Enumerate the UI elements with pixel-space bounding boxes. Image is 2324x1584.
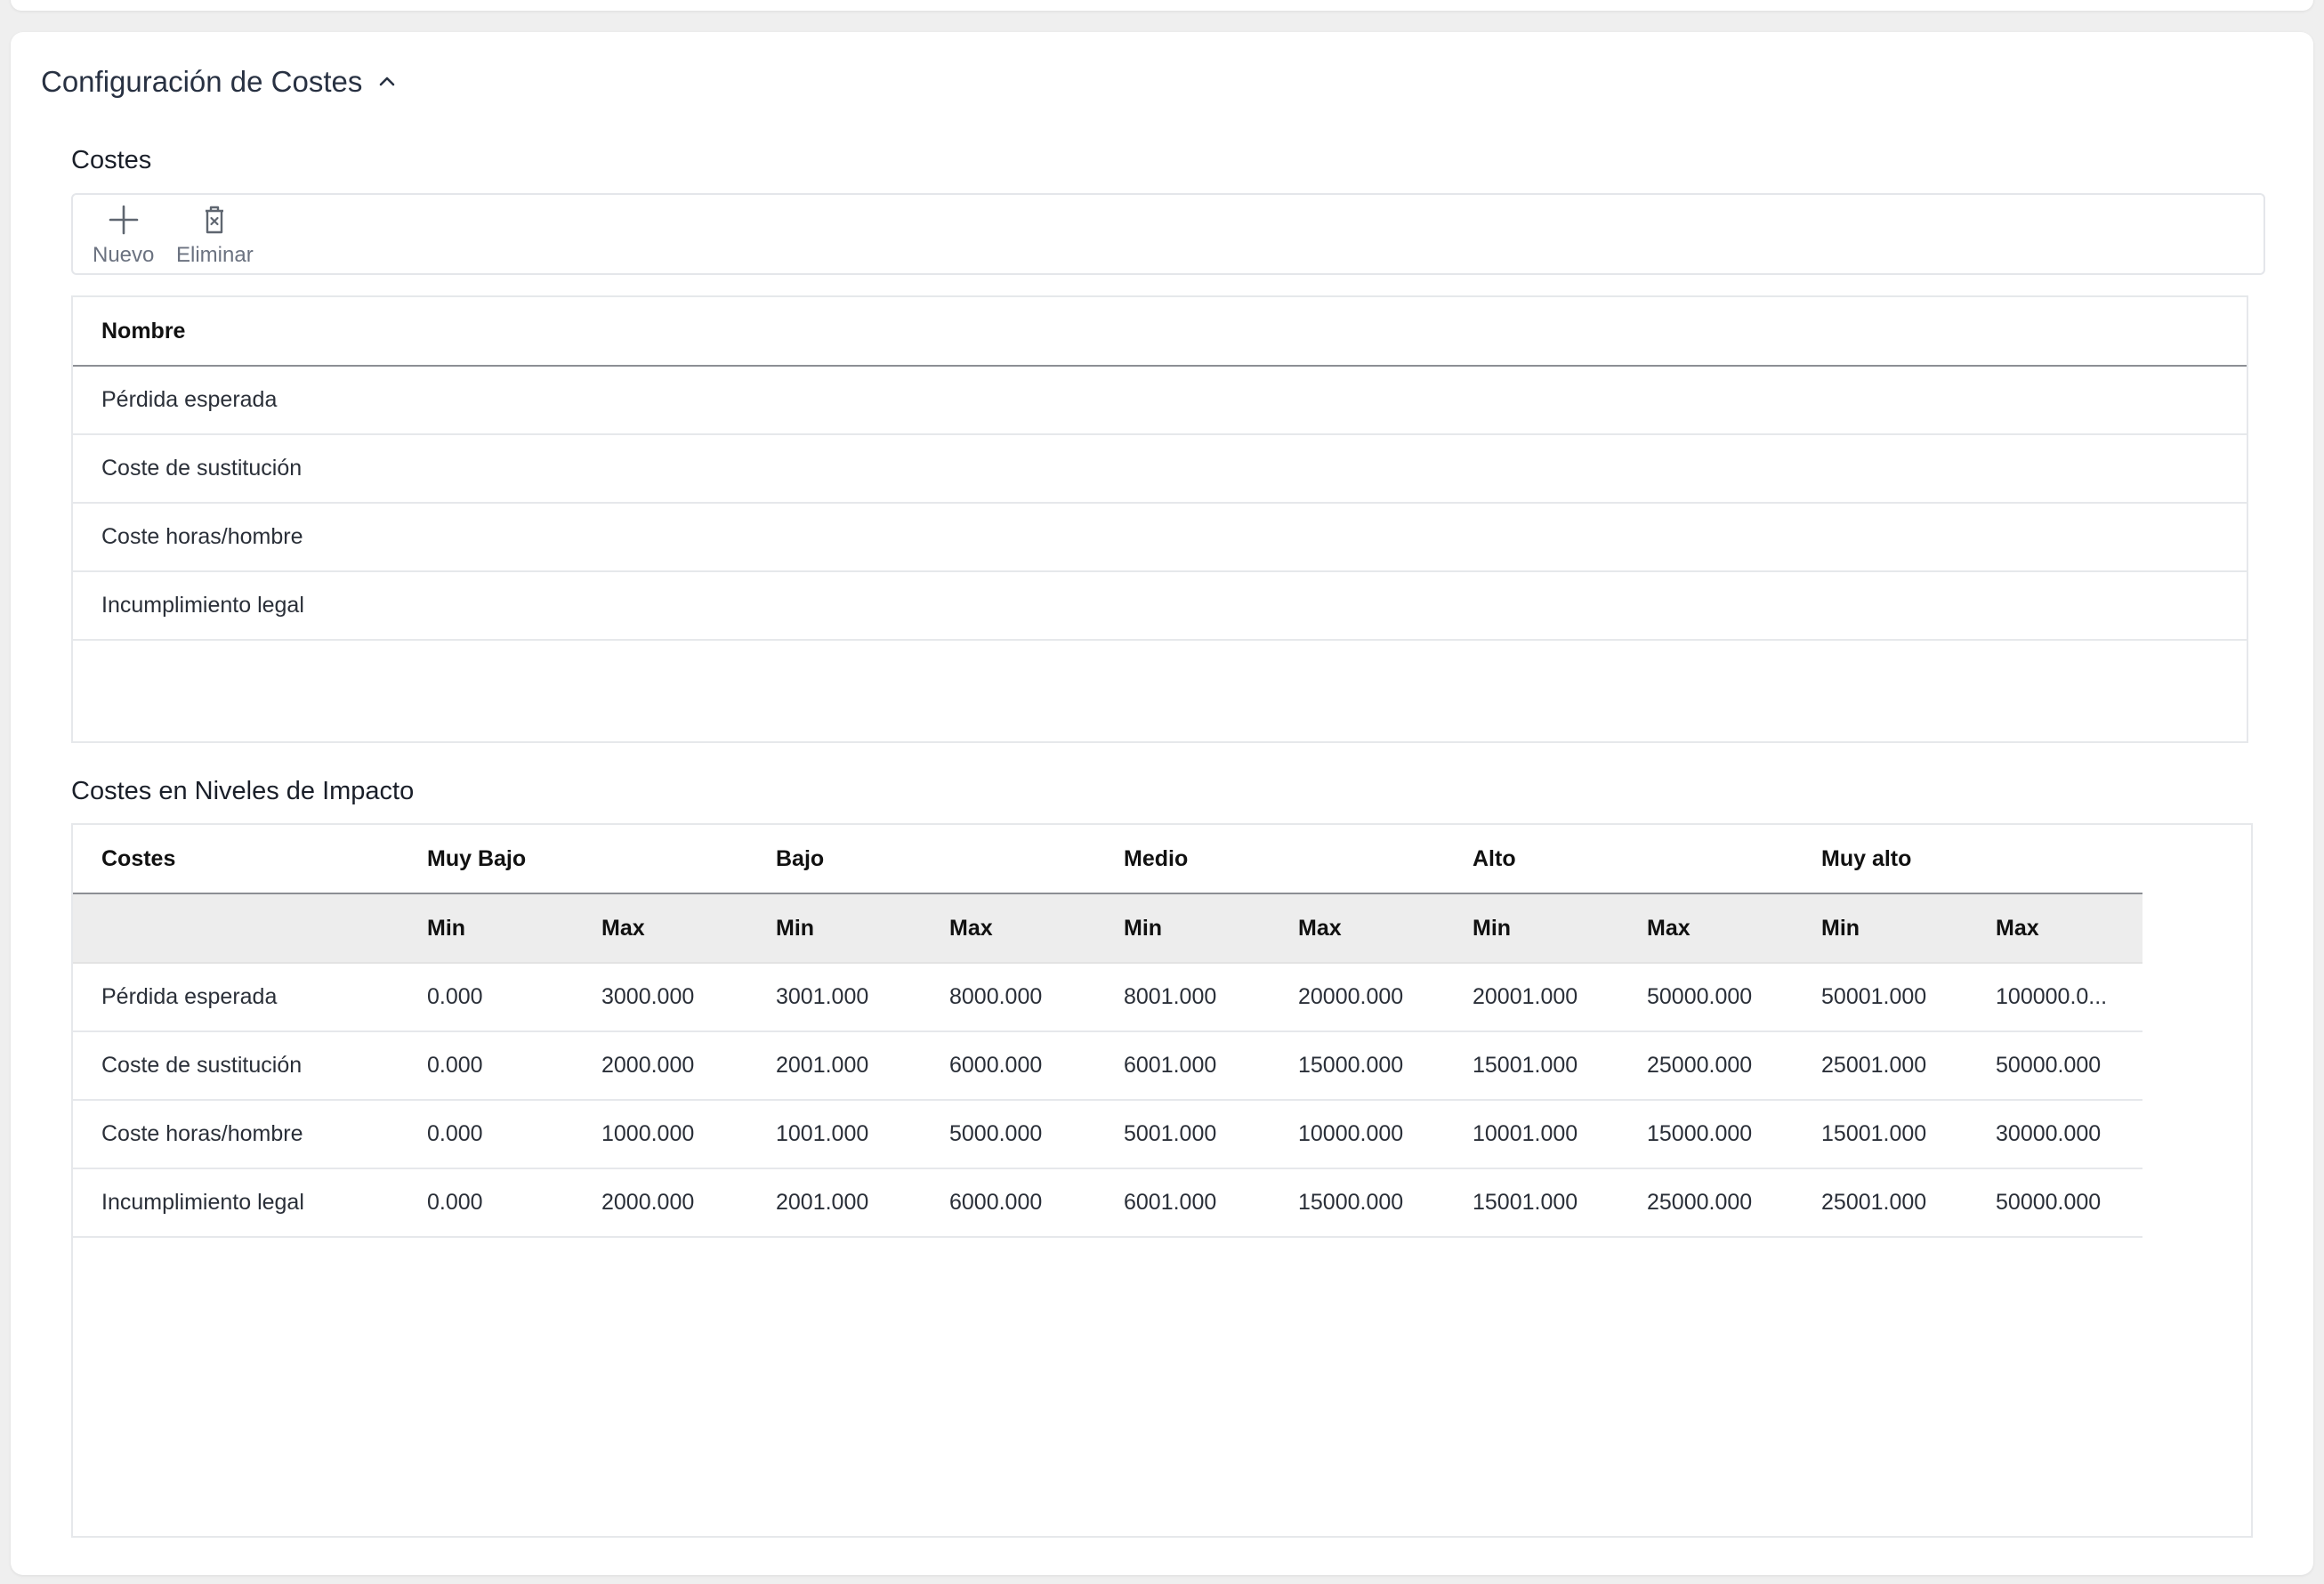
table-row[interactable]: Coste de sustitución 0.000 2000.000 2001… (73, 1031, 2143, 1101)
delete-button-label: Eliminar (176, 243, 254, 267)
value-cell: 0.000 (399, 963, 573, 1032)
subheader-max[interactable]: Max (573, 893, 747, 964)
impact-levels-table: Costes Muy Bajo Bajo Medio Alto Muy alto… (73, 825, 2143, 1238)
cost-name-cell: Coste de sustitución (73, 1031, 399, 1101)
value-cell: 8001.000 (1095, 963, 1270, 1032)
value-cell: 15001.000 (1444, 1168, 1618, 1238)
value-cell: 30000.000 (1967, 1100, 2143, 1169)
subheader-max[interactable]: Max (1618, 893, 1794, 964)
subheader-max[interactable]: Max (1270, 893, 1444, 964)
subheader-min[interactable]: Min (1444, 893, 1618, 964)
subheader-min[interactable]: Min (1095, 893, 1270, 964)
subheader-min[interactable]: Min (1793, 893, 1968, 964)
subheader-max[interactable]: Max (1967, 893, 2143, 964)
value-cell: 15001.000 (1793, 1100, 1968, 1169)
subheader-min[interactable]: Min (399, 893, 573, 964)
chevron-up-icon (376, 71, 398, 93)
section-title: Configuración de Costes (41, 65, 363, 98)
value-cell: 50001.000 (1793, 963, 1968, 1032)
costes-toolbar: Nuevo Eliminar (71, 193, 2265, 275)
costes-subtitle: Costes (71, 146, 152, 174)
value-cell: 2001.000 (747, 1168, 921, 1238)
value-cell: 6001.000 (1095, 1031, 1270, 1101)
value-cell: 5000.000 (921, 1100, 1095, 1169)
value-cell: 2000.000 (573, 1168, 747, 1238)
value-cell: 6000.000 (921, 1168, 1095, 1238)
value-cell: 20001.000 (1444, 963, 1618, 1032)
value-cell: 15000.000 (1270, 1031, 1444, 1101)
value-cell: 1000.000 (573, 1100, 747, 1169)
table-row[interactable]: Pérdida esperada (73, 367, 2247, 435)
value-cell: 5001.000 (1095, 1100, 1270, 1169)
previous-section-card (11, 0, 2313, 11)
trash-icon (198, 204, 230, 236)
table-row[interactable]: Coste horas/hombre (73, 504, 2247, 572)
impact-levels-grid: Costes Muy Bajo Bajo Medio Alto Muy alto… (71, 823, 2253, 1538)
cost-name-cell: Pérdida esperada (73, 963, 399, 1032)
plus-icon (108, 204, 140, 236)
table-row[interactable]: Coste de sustitución (73, 435, 2247, 504)
level-header-medio[interactable]: Medio (1095, 825, 1444, 894)
value-cell: 25000.000 (1618, 1168, 1794, 1238)
subheader-min[interactable]: Min (747, 893, 921, 964)
delete-button[interactable]: Eliminar (176, 204, 254, 268)
value-cell: 8000.000 (921, 963, 1095, 1032)
value-cell: 50000.000 (1967, 1168, 2143, 1238)
value-cell: 0.000 (399, 1100, 573, 1169)
level-header-bajo[interactable]: Bajo (747, 825, 1095, 894)
column-header-costes[interactable]: Costes (73, 825, 399, 894)
value-cell: 20000.000 (1270, 963, 1444, 1032)
table-row[interactable]: Coste horas/hombre 0.000 1000.000 1001.0… (73, 1100, 2143, 1169)
column-header-nombre[interactable]: Nombre (73, 297, 2247, 367)
value-cell: 3001.000 (747, 963, 921, 1032)
table-row[interactable]: Incumplimiento legal 0.000 2000.000 2001… (73, 1168, 2143, 1238)
value-cell: 50000.000 (1967, 1031, 2143, 1101)
section-toggle[interactable]: Configuración de Costes (41, 65, 398, 99)
cost-name-cell: Incumplimiento legal (73, 1168, 399, 1238)
level-header-muy-alto[interactable]: Muy alto (1793, 825, 2143, 894)
level-header-muy-bajo[interactable]: Muy Bajo (399, 825, 747, 894)
value-cell: 3000.000 (573, 963, 747, 1032)
value-cell: 50000.000 (1618, 963, 1794, 1032)
value-cell: 2000.000 (573, 1031, 747, 1101)
value-cell: 6000.000 (921, 1031, 1095, 1101)
value-cell: 25000.000 (1618, 1031, 1794, 1101)
value-cell: 15000.000 (1618, 1100, 1794, 1169)
new-button[interactable]: Nuevo (93, 204, 154, 268)
value-cell: 1001.000 (747, 1100, 921, 1169)
new-button-label: Nuevo (93, 243, 155, 267)
value-cell: 10001.000 (1444, 1100, 1618, 1169)
value-cell: 100000.0... (1967, 963, 2143, 1032)
value-cell: 25001.000 (1793, 1031, 1968, 1101)
value-cell: 2001.000 (747, 1031, 921, 1101)
value-cell: 10000.000 (1270, 1100, 1444, 1169)
subheader-max[interactable]: Max (921, 893, 1095, 964)
subheader-empty (73, 893, 399, 964)
value-cell: 15001.000 (1444, 1031, 1618, 1101)
niveles-subtitle: Costes en Niveles de Impacto (71, 777, 415, 805)
value-cell: 6001.000 (1095, 1168, 1270, 1238)
value-cell: 15000.000 (1270, 1168, 1444, 1238)
cost-name-cell: Coste horas/hombre (73, 1100, 399, 1169)
value-cell: 25001.000 (1793, 1168, 1968, 1238)
costes-grid: Nombre Pérdida esperada Coste de sustitu… (71, 295, 2248, 743)
table-row[interactable]: Incumplimiento legal (73, 572, 2247, 641)
level-header-alto[interactable]: Alto (1444, 825, 1794, 894)
table-row[interactable]: Pérdida esperada 0.000 3000.000 3001.000… (73, 963, 2143, 1032)
value-cell: 0.000 (399, 1031, 573, 1101)
value-cell: 0.000 (399, 1168, 573, 1238)
